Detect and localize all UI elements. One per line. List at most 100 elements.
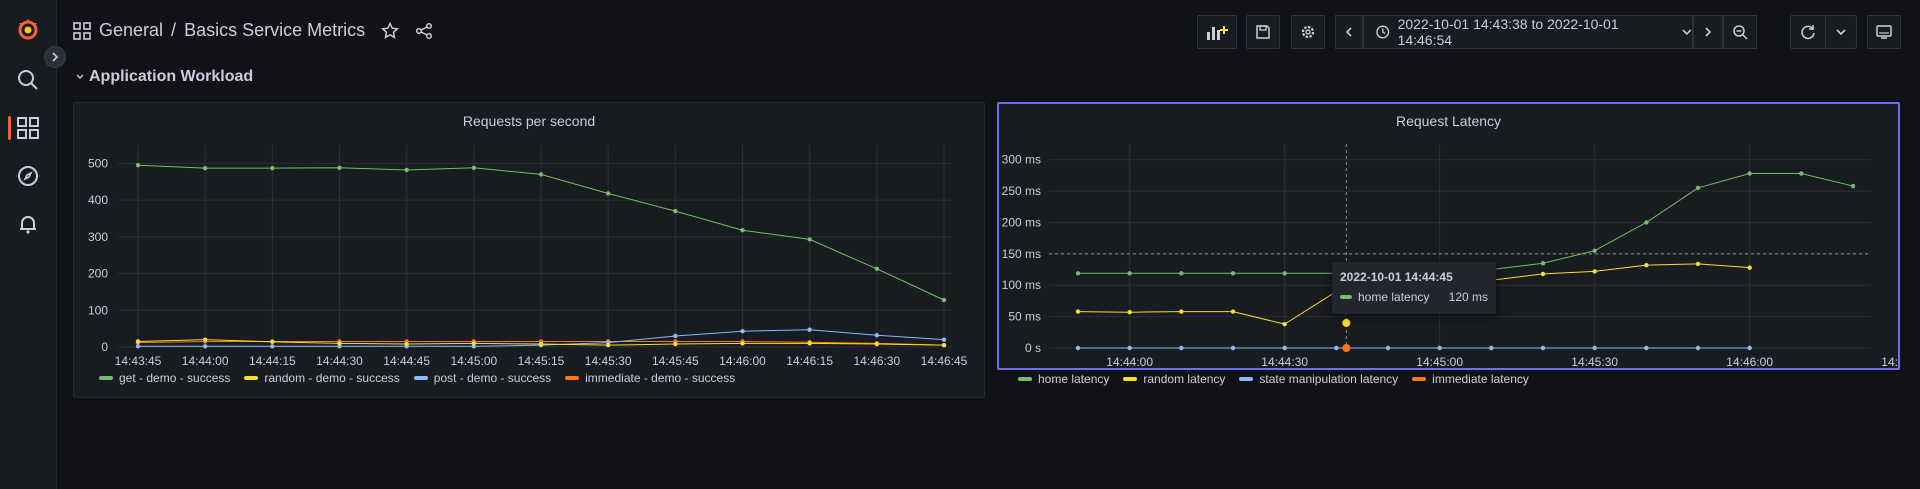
x-tick-label: 14:44:00	[182, 354, 229, 368]
legend-label: immediate latency	[1432, 372, 1529, 386]
legend-swatch	[1412, 377, 1427, 381]
legend-swatch	[1123, 377, 1138, 381]
add-panel-button[interactable]	[1197, 15, 1237, 49]
data-point	[1334, 345, 1339, 351]
row-header-application-workload[interactable]: Application Workload	[75, 68, 253, 86]
dashboard-settings-button[interactable]	[1291, 15, 1325, 49]
data-point	[1230, 345, 1236, 351]
legend-item[interactable]: immediate - demo - success	[565, 371, 735, 385]
series-line	[1078, 173, 1854, 274]
legend-swatch	[413, 376, 428, 380]
data-point	[1075, 309, 1081, 314]
data-point	[1695, 345, 1701, 351]
data-point	[538, 341, 544, 347]
tooltip-series: home latency	[1358, 290, 1430, 304]
data-point	[270, 339, 275, 345]
dashboards-icon[interactable]	[14, 114, 42, 142]
data-point	[1540, 345, 1546, 351]
data-point	[1179, 345, 1184, 351]
y-tick-label: 500	[88, 156, 108, 170]
data-point	[807, 237, 812, 242]
time-range-back-button[interactable]	[1335, 15, 1363, 49]
data-point	[1127, 345, 1132, 351]
panel-requests-per-second[interactable]: Requests per second 0 100 200 300 400 500 14:4…	[73, 102, 985, 398]
data-point	[202, 344, 208, 349]
time-range-forward-button[interactable]	[1693, 15, 1723, 49]
requests-per-second-chart[interactable]: 0 100 200 300 400 500 14:43:45 14:44:00 14:44:15…	[74, 137, 984, 377]
folder-link[interactable]: General	[99, 20, 163, 41]
breadcrumb-separator: /	[171, 20, 177, 40]
data-point	[1644, 262, 1649, 268]
data-point	[538, 172, 544, 177]
legend-item[interactable]: random - demo - success	[244, 371, 400, 385]
data-point	[941, 297, 947, 303]
data-point	[1540, 271, 1546, 277]
refresh-interval-dropdown[interactable]	[1825, 15, 1857, 49]
data-point	[740, 329, 745, 334]
data-point	[202, 165, 208, 171]
monitor-icon	[1876, 25, 1892, 39]
alerting-bell-icon[interactable]	[14, 210, 42, 238]
x-tick-label: 14:45:45	[652, 354, 699, 368]
tooltip-time: 2022-10-01 14:44:45	[1340, 270, 1453, 284]
tooltip-row: home latency 120 ms	[1340, 290, 1488, 304]
time-range-picker[interactable]: 2022-10-01 14:43:38 to 2022-10-01 14:46:…	[1363, 15, 1693, 49]
chevron-down-icon	[1682, 29, 1692, 36]
chevron-right-icon	[1705, 27, 1712, 37]
legend-swatch	[244, 376, 259, 380]
x-tick-label: 14:45:30	[585, 354, 632, 368]
data-point	[1592, 269, 1597, 274]
dashboard-title[interactable]: Basics Service Metrics	[184, 20, 365, 41]
request-latency-chart[interactable]: 0 s 50 ms 100 ms 150 ms 200 ms 250 ms 300 ms 14…	[999, 136, 1898, 368]
y-tick-label: 50 ms	[1008, 310, 1041, 324]
expand-menu-button[interactable]	[44, 46, 66, 68]
data-point	[471, 165, 477, 170]
legend-item[interactable]: post - demo - success	[413, 371, 551, 385]
data-point	[673, 208, 678, 214]
y-tick-label: 200 ms	[1002, 215, 1041, 229]
y-tick-label: 400	[88, 193, 108, 207]
data-point	[337, 341, 342, 346]
legend-label: state manipulation latency	[1259, 372, 1399, 386]
data-point	[1179, 271, 1184, 276]
add-panel-icon	[1207, 26, 1228, 40]
chart-legend: get - demo - success random - demo - suc…	[99, 371, 735, 385]
x-tick-label: 14:44:30	[1261, 355, 1308, 368]
legend-item[interactable]: immediate latency	[1412, 372, 1529, 386]
legend-item[interactable]: get - demo - success	[99, 371, 230, 385]
legend-swatch	[99, 376, 113, 380]
zoom-out-icon	[1733, 25, 1748, 40]
zoom-out-button[interactable]	[1723, 15, 1757, 49]
save-dashboard-button[interactable]	[1246, 15, 1280, 49]
data-point	[673, 333, 678, 339]
legend-item[interactable]: home latency	[1018, 372, 1109, 386]
data-point	[337, 165, 342, 170]
share-icon[interactable]	[415, 22, 433, 40]
star-icon[interactable]	[381, 21, 400, 40]
y-tick-label: 0 s	[1025, 341, 1041, 355]
save-icon	[1256, 25, 1270, 39]
legend-item[interactable]: state manipulation latency	[1239, 372, 1398, 386]
panel-request-latency[interactable]: Request Latency 0 s 50 ms 100 ms 150 ms 200 …	[997, 102, 1900, 370]
legend-item[interactable]: random latency	[1123, 372, 1225, 386]
data-point	[740, 341, 745, 346]
grafana-logo-icon[interactable]	[14, 16, 42, 44]
tooltip-swatch	[1340, 295, 1352, 299]
tooltip-value: 120 ms	[1448, 290, 1488, 304]
y-tick-label: 100	[88, 303, 108, 317]
time-range-label: 2022-10-01 14:43:38 to 2022-10-01 14:46:…	[1397, 16, 1619, 48]
data-point	[740, 228, 745, 233]
panel-title: Requests per second	[462, 113, 596, 129]
refresh-button[interactable]	[1790, 15, 1826, 49]
search-icon[interactable]	[14, 66, 42, 94]
y-tick-label: 300	[88, 230, 108, 244]
x-tick-label: 14:45:30	[1571, 355, 1618, 368]
view-mode-button[interactable]	[1867, 15, 1901, 49]
data-point	[270, 165, 275, 171]
x-tick-label: 14:44:00	[1106, 355, 1153, 368]
chevron-down-icon	[76, 74, 84, 79]
data-point	[1230, 309, 1236, 314]
explore-compass-icon[interactable]	[14, 162, 42, 190]
gear-icon	[1301, 25, 1315, 39]
data-point	[202, 337, 208, 342]
